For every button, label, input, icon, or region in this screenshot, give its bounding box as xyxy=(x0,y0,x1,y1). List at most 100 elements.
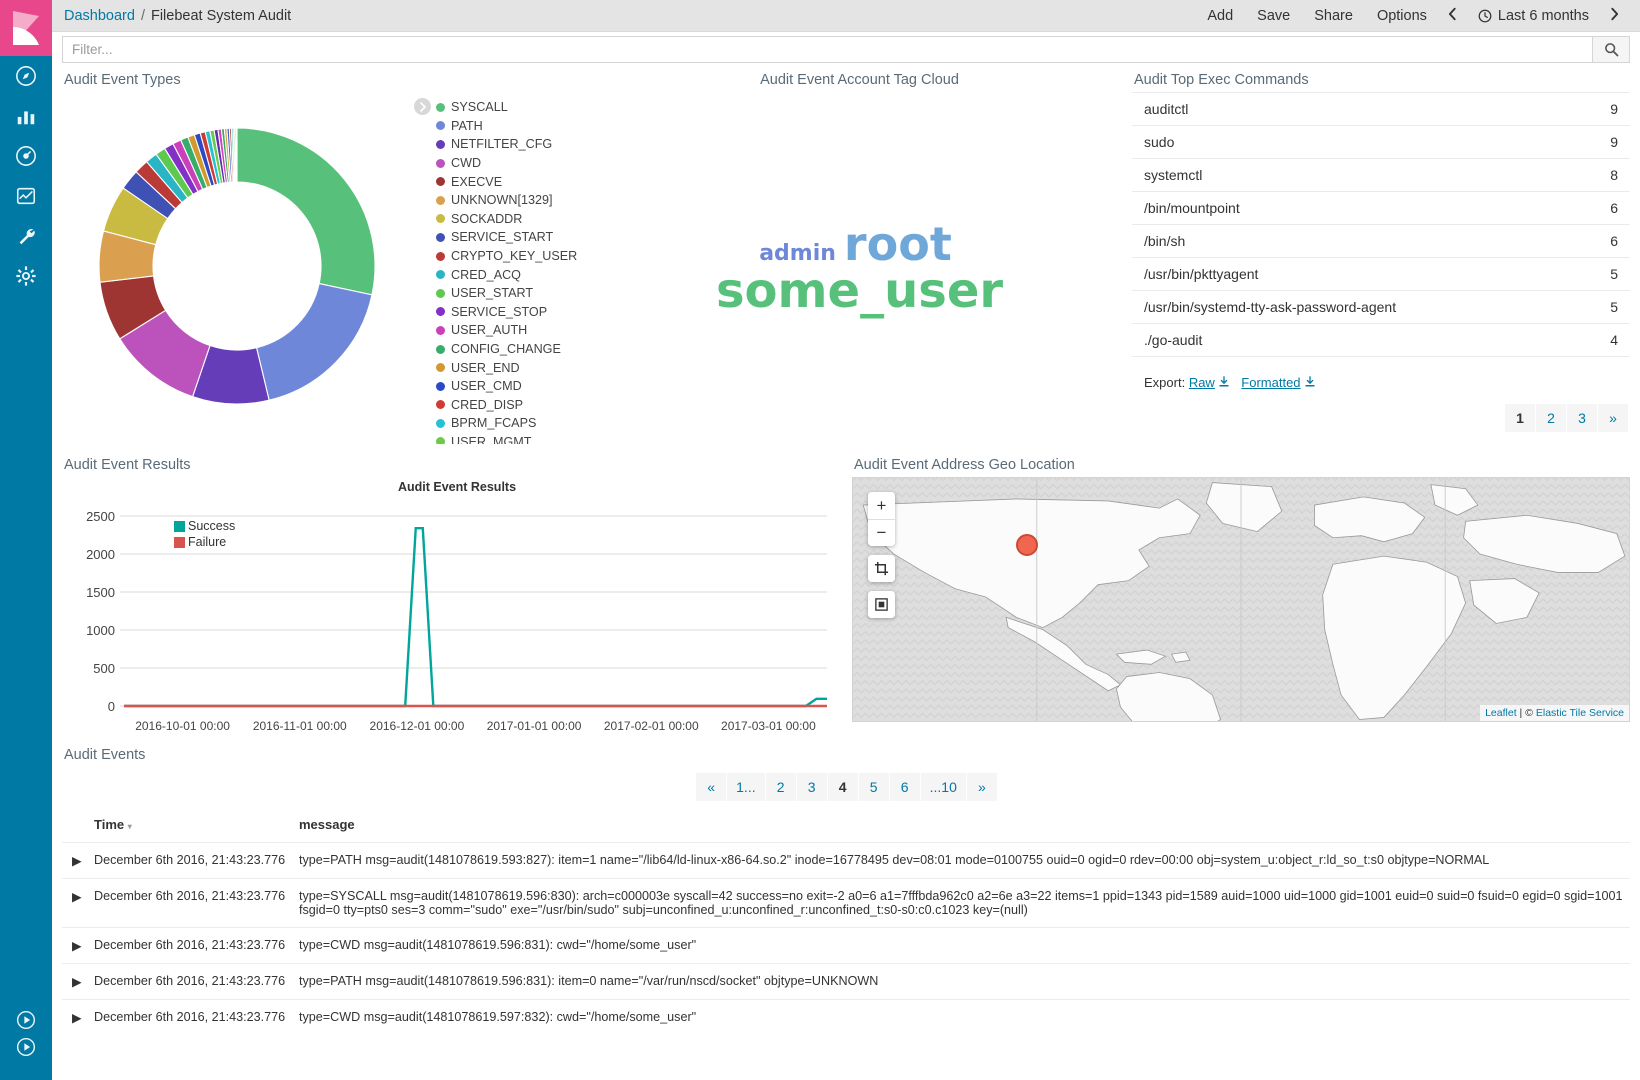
column-header-time[interactable]: Time ▾ xyxy=(88,811,293,843)
tag-cloud-word[interactable]: some_user xyxy=(716,267,1003,315)
legend-item[interactable]: SERVICE_STOP xyxy=(436,303,587,322)
legend-item[interactable]: USER_AUTH xyxy=(436,321,587,340)
column-header-message[interactable]: message xyxy=(293,811,1630,843)
pagination-button[interactable]: 2 xyxy=(1536,404,1566,432)
search-submit-button[interactable] xyxy=(1592,36,1630,63)
table-row[interactable]: ▶December 6th 2016, 21:43:23.776type=CWD… xyxy=(62,928,1630,964)
donut-slice[interactable] xyxy=(257,284,372,401)
legend-item[interactable]: SOCKADDR xyxy=(436,210,587,229)
share-button[interactable]: Share xyxy=(1302,8,1365,24)
breadcrumb-dashboard[interactable]: Dashboard xyxy=(64,8,135,24)
kibana-logo[interactable] xyxy=(0,0,52,56)
map-draw-rect-button[interactable] xyxy=(868,555,895,582)
download-icon[interactable] xyxy=(1218,376,1230,388)
legend-item[interactable]: CRED_DISP xyxy=(436,396,587,415)
legend-item[interactable]: CRED_ACQ xyxy=(436,265,587,284)
sidebar-item-collapse[interactable] xyxy=(0,1000,52,1040)
legend-item[interactable]: USER_END xyxy=(436,358,587,377)
geo-map[interactable]: + − xyxy=(852,477,1630,722)
tag-cloud-word[interactable]: admin xyxy=(759,243,836,265)
table-row[interactable]: /bin/mountpoint6 xyxy=(1132,192,1630,225)
time-picker-button[interactable]: Last 6 months xyxy=(1466,8,1601,24)
legend-item[interactable]: BPRM_FCAPS xyxy=(436,414,587,433)
time-prev-button[interactable] xyxy=(1439,7,1466,24)
pagination-button[interactable]: 1... xyxy=(727,773,764,801)
donut-slice[interactable] xyxy=(236,128,237,182)
donut-svg[interactable] xyxy=(67,96,407,436)
export-formatted-link[interactable]: Formatted xyxy=(1241,375,1300,390)
legend-item[interactable]: PATH xyxy=(436,117,587,136)
donut-slice[interactable] xyxy=(237,128,375,295)
add-button[interactable]: Add xyxy=(1195,8,1245,24)
pagination-button[interactable]: 3 xyxy=(1567,404,1597,432)
pagination-button[interactable]: ...10 xyxy=(921,773,966,801)
options-button[interactable]: Options xyxy=(1365,8,1439,24)
caret-right-icon[interactable]: ▶ xyxy=(62,843,88,879)
legend-color-dot xyxy=(436,345,445,354)
top-bar-actions: Add Save Share Options Last 6 months xyxy=(1195,7,1628,24)
table-row[interactable]: ./go-audit4 xyxy=(1132,324,1630,357)
legend-item[interactable]: USER_MGMT xyxy=(436,433,587,444)
chart-legend-item[interactable]: Failure xyxy=(174,534,235,550)
panel-geo-location: Audit Event Address Geo Location xyxy=(852,452,1630,740)
legend-toggle-button[interactable] xyxy=(414,98,431,115)
map-fit-bounds-button[interactable] xyxy=(868,591,895,618)
table-row[interactable]: ▶December 6th 2016, 21:43:23.776type=PAT… xyxy=(62,843,1630,879)
table-row[interactable]: ▶December 6th 2016, 21:43:23.776type=CWD… xyxy=(62,1000,1630,1036)
legend-item[interactable]: EXECVE xyxy=(436,172,587,191)
legend-item[interactable]: UNKNOWN[1329] xyxy=(436,191,587,210)
legend-item[interactable]: USER_START xyxy=(436,284,587,303)
legend-item[interactable]: NETFILTER_CFG xyxy=(436,135,587,154)
sidebar-item-management[interactable] xyxy=(0,256,52,296)
caret-right-icon[interactable]: ▶ xyxy=(62,964,88,1000)
sidebar-item-visualize[interactable] xyxy=(0,96,52,136)
results-chart[interactable]: 050010001500200025002016-10-01 00:002016… xyxy=(62,494,852,744)
table-row[interactable]: auditctl9 xyxy=(1132,93,1630,126)
pagination-button[interactable]: « xyxy=(696,773,726,801)
save-button[interactable]: Save xyxy=(1245,8,1302,24)
pagination-button[interactable]: 3 xyxy=(797,773,827,801)
tag-cloud-word[interactable]: root xyxy=(844,221,952,267)
caret-right-icon[interactable]: ▶ xyxy=(62,928,88,964)
geo-marker[interactable] xyxy=(1016,534,1038,556)
time-next-button[interactable] xyxy=(1601,7,1628,24)
sidebar-item-expand[interactable] xyxy=(0,1040,52,1080)
legend-item[interactable]: SYSCALL xyxy=(436,98,587,117)
chart-legend-item[interactable]: Success xyxy=(174,518,235,534)
search-input[interactable] xyxy=(62,36,1592,63)
legend-item[interactable]: SERVICE_START xyxy=(436,228,587,247)
table-row[interactable]: systemctl8 xyxy=(1132,159,1630,192)
table-row[interactable]: ▶December 6th 2016, 21:43:23.776type=SYS… xyxy=(62,879,1630,928)
table-row[interactable]: /usr/bin/systemd-tty-ask-password-agent5 xyxy=(1132,291,1630,324)
attribution-separator: | xyxy=(1520,707,1523,719)
pagination-button[interactable]: 6 xyxy=(890,773,920,801)
leaflet-link[interactable]: Leaflet xyxy=(1485,707,1517,719)
table-row[interactable]: /bin/sh6 xyxy=(1132,225,1630,258)
elastic-tile-service-link[interactable]: Elastic Tile Service xyxy=(1536,707,1624,719)
caret-right-icon[interactable]: ▶ xyxy=(62,879,88,928)
sidebar-item-dashboard[interactable] xyxy=(0,136,52,176)
table-row[interactable]: /usr/bin/pkttyagent5 xyxy=(1132,258,1630,291)
bar-chart-icon xyxy=(15,105,37,127)
map-zoom-out-button[interactable]: − xyxy=(868,519,895,546)
pagination-button[interactable]: 5 xyxy=(859,773,889,801)
map-zoom-in-button[interactable]: + xyxy=(868,492,895,519)
export-raw-link[interactable]: Raw xyxy=(1189,375,1215,390)
sidebar-item-timelion[interactable] xyxy=(0,176,52,216)
pagination-button[interactable]: 2 xyxy=(766,773,796,801)
legend-item[interactable]: CONFIG_CHANGE xyxy=(436,340,587,359)
sidebar-item-devtools[interactable] xyxy=(0,216,52,256)
pagination-button[interactable]: » xyxy=(967,773,997,801)
pagination-button[interactable]: » xyxy=(1598,404,1628,432)
legend-item[interactable]: CWD xyxy=(436,154,587,173)
table-row[interactable]: sudo9 xyxy=(1132,126,1630,159)
caret-right-icon[interactable]: ▶ xyxy=(62,1000,88,1036)
pagination-button[interactable]: 1 xyxy=(1505,404,1535,432)
sidebar-item-discover[interactable] xyxy=(0,56,52,96)
download-icon[interactable] xyxy=(1304,376,1316,388)
legend-item[interactable]: USER_CMD xyxy=(436,377,587,396)
legend-item[interactable]: CRYPTO_KEY_USER xyxy=(436,247,587,266)
sort-desc-icon[interactable]: ▾ xyxy=(128,822,132,831)
table-row[interactable]: ▶December 6th 2016, 21:43:23.776type=PAT… xyxy=(62,964,1630,1000)
pagination-button[interactable]: 4 xyxy=(828,773,858,801)
